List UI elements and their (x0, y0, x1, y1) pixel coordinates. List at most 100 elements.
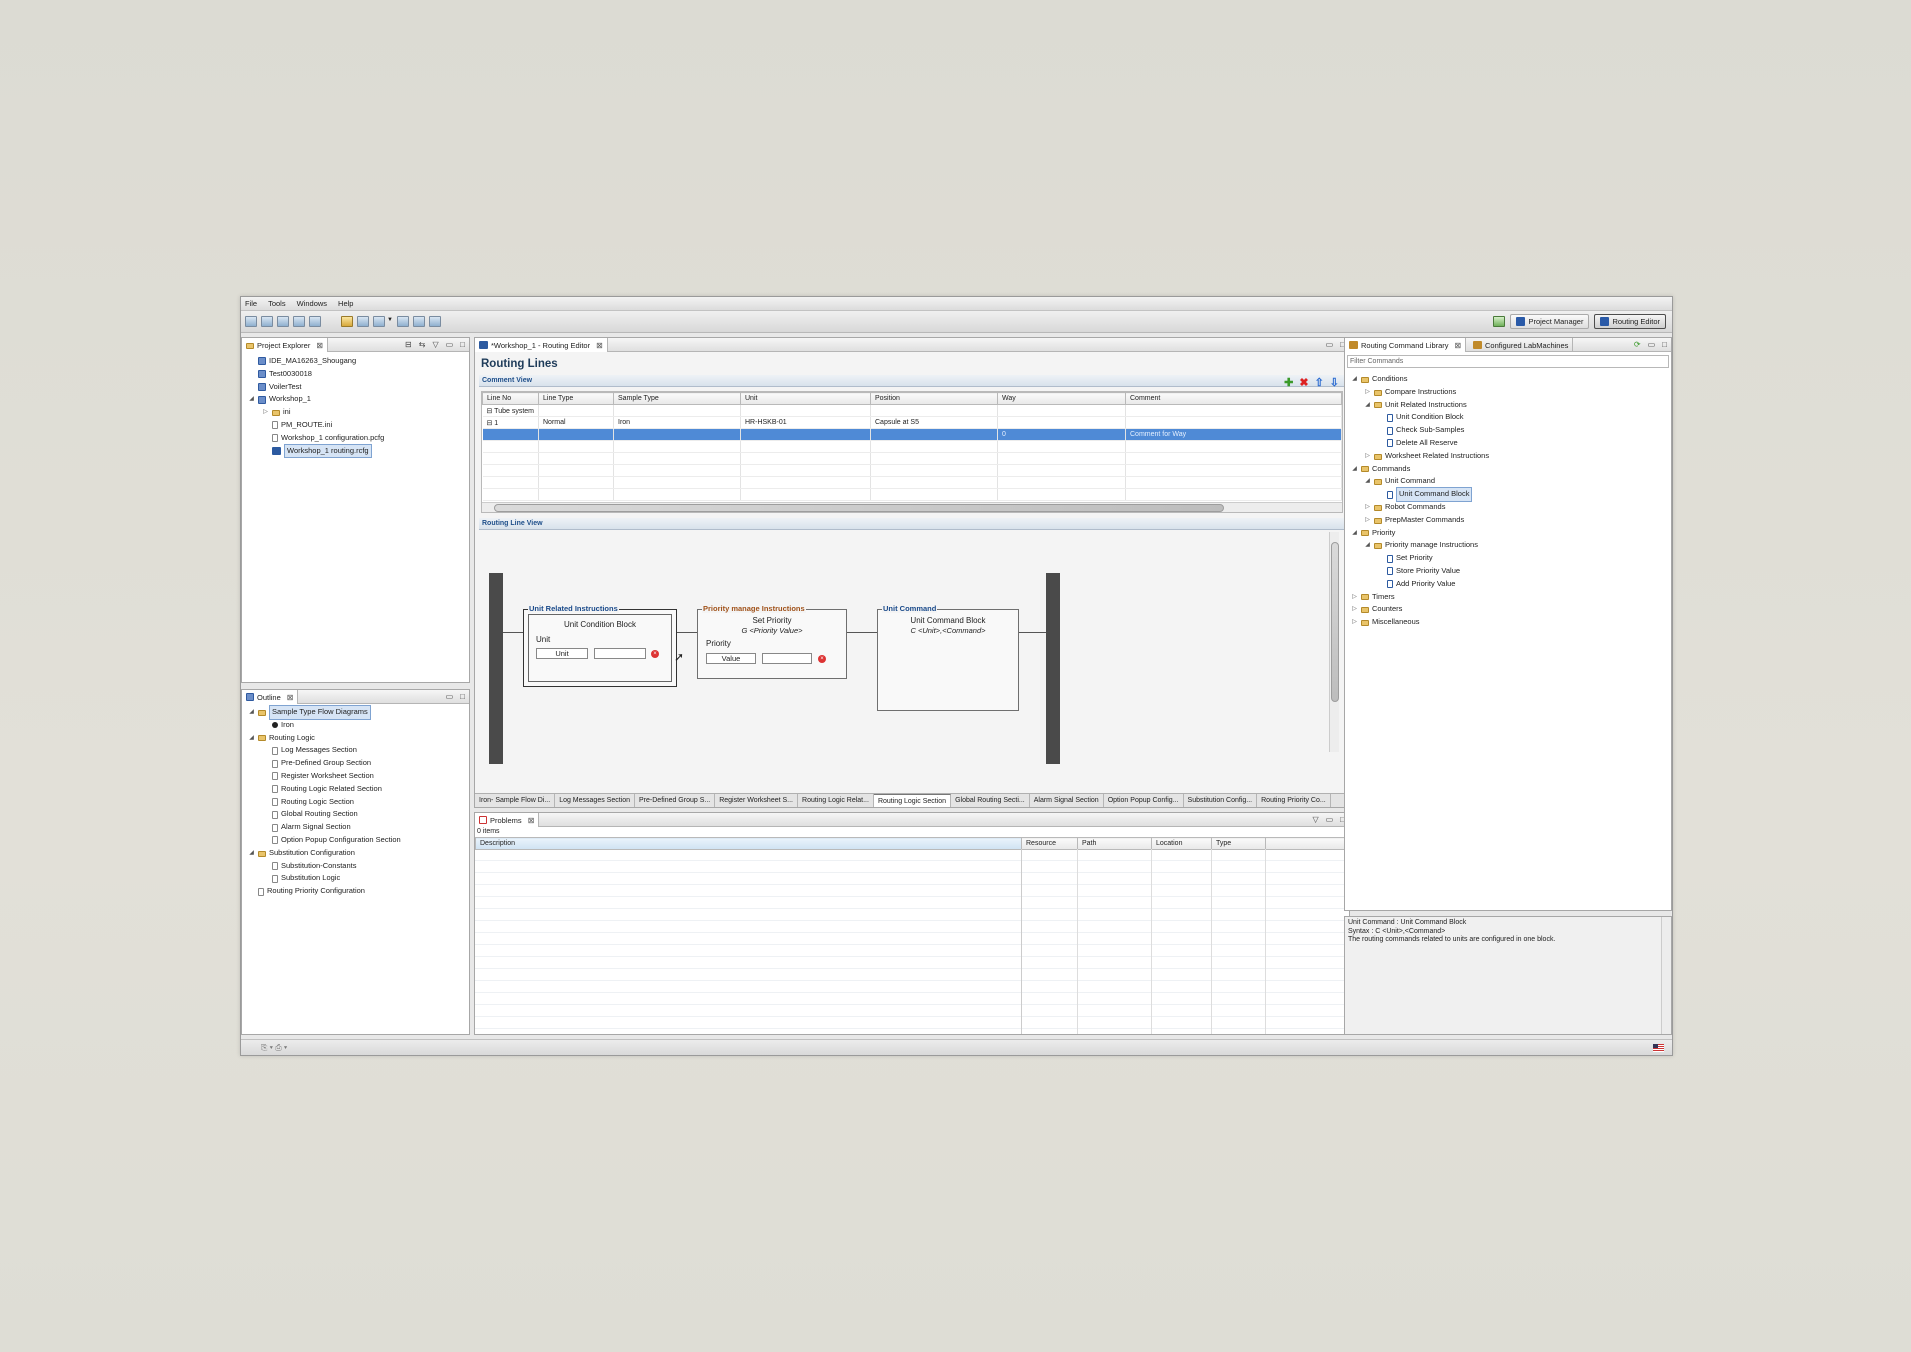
table-cell[interactable]: Iron (613, 416, 741, 429)
table-cell[interactable]: ⊟ 1 (482, 416, 539, 429)
table-cell[interactable] (740, 404, 871, 417)
menu-windows[interactable]: Windows (297, 299, 327, 308)
menu-help[interactable]: Help (338, 299, 353, 308)
move-down-icon[interactable]: ⇩ (1330, 376, 1339, 389)
save-icon[interactable] (293, 316, 305, 327)
table-row[interactable]: 0 Comment for Way (482, 428, 1342, 441)
tree-item[interactable]: Alarm Signal Section (242, 821, 469, 834)
section-tab[interactable]: Alarm Signal Section (1030, 794, 1104, 807)
import-icon[interactable] (261, 316, 273, 327)
table-cell[interactable] (740, 428, 871, 441)
delete-line-icon[interactable]: ✖ (1299, 376, 1308, 389)
minimize-icon[interactable]: ▭ (1648, 340, 1656, 349)
tree-item[interactable]: ◢ Unit Related Instructions (1351, 399, 1671, 412)
tree-item[interactable]: Global Routing Section (242, 808, 469, 821)
section-tab[interactable]: Routing Priority Co... (1257, 794, 1331, 807)
tree-item[interactable]: VoilerTest (242, 381, 469, 394)
save-all-icon[interactable] (309, 316, 321, 327)
expand-toggle-icon[interactable]: ◢ (1364, 475, 1371, 488)
tree-item[interactable]: Log Messages Section (242, 744, 469, 757)
tree-item[interactable]: Test0030018 (242, 368, 469, 381)
minimize-icon[interactable]: ▭ (1326, 340, 1334, 349)
close-icon[interactable]: ⊠ (287, 693, 294, 702)
tree-item[interactable]: ▷ ini (242, 406, 469, 419)
tree-item[interactable]: ▷ Compare Instructions (1351, 386, 1671, 399)
expand-toggle-icon[interactable]: ◢ (1364, 399, 1371, 412)
routing-diagram-canvas[interactable]: Unit Related Instructions Unit Condition… (481, 532, 1343, 764)
remove-icon[interactable]: × (818, 655, 826, 663)
column-header[interactable]: Comment (1125, 392, 1342, 405)
column-header[interactable]: Position (870, 392, 998, 405)
tree-item[interactable]: ◢ Conditions (1351, 373, 1671, 386)
tree-item[interactable]: Substitution Logic (242, 872, 469, 885)
move-up-icon[interactable]: ⇧ (1315, 376, 1324, 389)
database-icon[interactable] (357, 316, 369, 327)
tree-item[interactable]: Iron (242, 719, 469, 732)
tree-item[interactable]: ▷ PrepMaster Commands (1351, 514, 1671, 527)
expand-toggle-icon[interactable]: ◢ (1351, 463, 1358, 476)
table-cell[interactable] (997, 416, 1126, 429)
open-perspective-icon[interactable] (1493, 316, 1506, 327)
tree-item[interactable]: Unit Command Block (1351, 487, 1671, 502)
expand-toggle-icon[interactable]: ▷ (1364, 514, 1371, 527)
table-horizontal-scrollbar[interactable] (482, 502, 1342, 512)
copy-icon[interactable] (373, 316, 385, 327)
expand-toggle-icon[interactable]: ▷ (262, 406, 269, 419)
unit-value-input[interactable] (594, 648, 646, 659)
tree-item[interactable]: ▷ Counters (1351, 603, 1671, 616)
tree-item[interactable]: ▷ Worksheet Related Instructions (1351, 450, 1671, 463)
tree-item[interactable]: ▷ Timers (1351, 591, 1671, 604)
tree-item[interactable]: Pre-Defined Group Section (242, 757, 469, 770)
scrollbar-thumb[interactable] (494, 504, 1224, 512)
expand-toggle-icon[interactable]: ▷ (1351, 603, 1358, 616)
table-row[interactable]: ⊟ 1 Normal Iron HR-HSKB-01 Capsule at S5 (482, 416, 1342, 429)
tree-item[interactable]: IDE_MA16263_Shougang (242, 355, 469, 368)
close-icon[interactable]: ⊠ (1455, 341, 1462, 350)
table-cell[interactable]: Comment for Way (1125, 428, 1342, 441)
view-menu-icon[interactable]: ▽ (432, 340, 438, 349)
tree-item[interactable]: Routing Logic Section (242, 796, 469, 809)
table-cell[interactable]: HR-HSKB-01 (740, 416, 871, 429)
filter-commands-input[interactable]: Filter Commands (1347, 355, 1669, 368)
table-cell[interactable]: Normal (538, 416, 614, 429)
expand-toggle-icon[interactable]: ▷ (1364, 450, 1371, 463)
routing-editor-perspective-button[interactable]: Routing Editor (1594, 314, 1666, 329)
add-line-icon[interactable]: ✚ (1284, 376, 1293, 389)
unit-input[interactable]: Unit (536, 648, 588, 659)
tree-item[interactable]: Unit Condition Block (1351, 411, 1671, 424)
tree-item[interactable]: ◢ Sample Type Flow Diagrams (242, 705, 469, 720)
tree-item[interactable]: Substitution-Constants (242, 860, 469, 873)
remove-icon[interactable]: × (651, 650, 659, 658)
language-flag-icon[interactable] (1653, 1044, 1664, 1052)
view-menu-icon[interactable]: ▽ (1312, 815, 1318, 824)
maximize-icon[interactable]: □ (460, 340, 465, 349)
table-cell[interactable] (482, 428, 539, 441)
expand-toggle-icon[interactable]: ▷ (1351, 616, 1358, 629)
tree-item[interactable]: Store Priority Value (1351, 565, 1671, 578)
refresh-icon[interactable]: ⟳ (1634, 340, 1641, 349)
table-cell[interactable] (538, 404, 614, 417)
tab-outline[interactable]: Outline ⊠ (242, 690, 299, 704)
column-header[interactable]: Resource (1021, 837, 1078, 850)
minimize-icon[interactable]: ▭ (446, 340, 454, 349)
scrollbar-thumb[interactable] (1331, 542, 1339, 702)
tree-item[interactable]: Set Priority (1351, 552, 1671, 565)
table-cell[interactable] (613, 404, 741, 417)
tree-item[interactable]: ▷ Miscellaneous (1351, 616, 1671, 629)
search-all-icon[interactable] (429, 316, 441, 327)
maximize-icon[interactable]: □ (1662, 340, 1667, 349)
close-icon[interactable]: ⊠ (596, 341, 603, 350)
column-header[interactable]: Line No (482, 392, 539, 405)
column-header[interactable]: Way (997, 392, 1126, 405)
tree-item[interactable]: Workshop_1 routing.rcfg (242, 443, 469, 459)
expand-toggle-icon[interactable]: ◢ (1351, 373, 1358, 386)
expand-toggle-icon[interactable]: ▷ (1364, 501, 1371, 514)
new-project-icon[interactable] (245, 316, 257, 327)
expand-toggle-icon[interactable]: ▷ (1364, 386, 1371, 399)
expand-toggle-icon[interactable]: ◢ (248, 706, 255, 719)
tree-item[interactable]: ◢ Substitution Configuration (242, 847, 469, 860)
tree-item[interactable]: ◢ Routing Logic (242, 732, 469, 745)
tab-routing-command-library[interactable]: Routing Command Library ⊠ (1345, 338, 1467, 352)
menu-tools[interactable]: Tools (268, 299, 286, 308)
priority-input[interactable]: Value (706, 653, 756, 664)
